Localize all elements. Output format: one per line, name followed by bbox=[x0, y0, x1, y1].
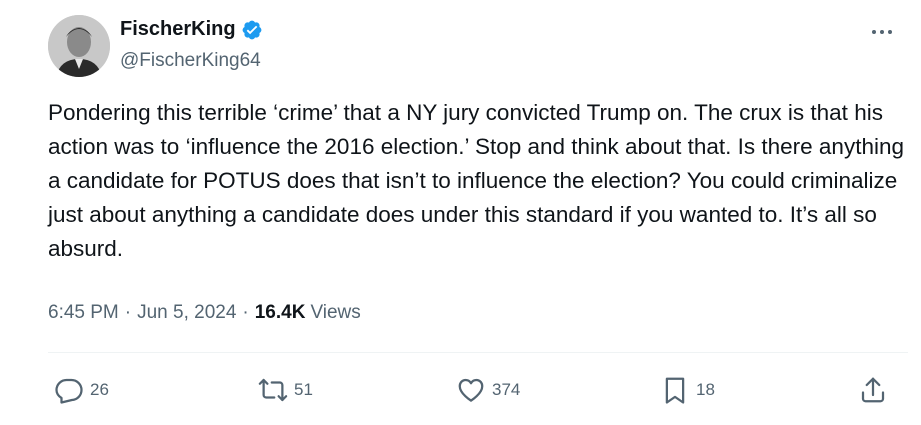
verified-badge-icon[interactable] bbox=[241, 19, 263, 41]
repost-icon bbox=[258, 378, 288, 402]
avatar[interactable] bbox=[48, 15, 110, 77]
display-name[interactable]: FischerKing bbox=[120, 18, 236, 41]
tweet-time[interactable]: 6:45 PM bbox=[48, 302, 119, 324]
author-name-row[interactable]: FischerKing bbox=[120, 18, 263, 41]
repost-button[interactable]: 51 bbox=[258, 375, 313, 405]
repost-count: 51 bbox=[294, 380, 313, 399]
tweet-meta: 6:45 PM · Jun 5, 2024 · 16.4K Views bbox=[48, 302, 361, 324]
reply-icon bbox=[55, 378, 83, 404]
heart-icon bbox=[458, 378, 484, 402]
bookmark-button[interactable]: 18 bbox=[660, 375, 715, 405]
meta-separator: · bbox=[124, 302, 132, 323]
tweet-date[interactable]: Jun 5, 2024 bbox=[137, 302, 236, 324]
more-options-button[interactable] bbox=[862, 22, 902, 42]
meta-separator: · bbox=[242, 302, 249, 323]
like-count: 374 bbox=[492, 380, 521, 399]
reply-count: 26 bbox=[90, 380, 109, 399]
reply-button[interactable]: 26 bbox=[54, 375, 109, 405]
like-button[interactable]: 374 bbox=[456, 375, 520, 405]
divider bbox=[48, 352, 908, 353]
more-horizontal-icon bbox=[872, 30, 892, 34]
author-handle[interactable]: @FischerKing64 bbox=[120, 50, 261, 72]
views-count[interactable]: 16.4K bbox=[255, 302, 306, 324]
share-button[interactable] bbox=[858, 375, 888, 405]
views-label[interactable]: Views bbox=[310, 302, 360, 324]
avatar-image bbox=[48, 15, 110, 77]
bookmark-icon bbox=[665, 377, 685, 404]
bookmark-count: 18 bbox=[696, 380, 715, 399]
share-icon bbox=[861, 377, 885, 403]
tweet-text: Pondering this terrible ‘crime’ that a N… bbox=[48, 100, 911, 261]
